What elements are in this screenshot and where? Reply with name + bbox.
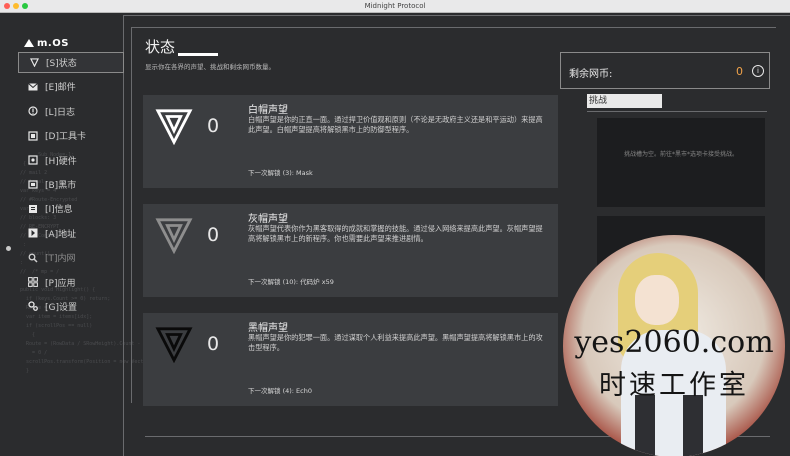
content-left-border bbox=[131, 27, 132, 403]
sidebar-item-label: [P]应用 bbox=[45, 278, 76, 289]
market-icon bbox=[28, 179, 38, 190]
window-title: Midnight Protocol bbox=[364, 2, 426, 10]
sidebar-item-log[interactable]: [L]日志 bbox=[18, 101, 124, 122]
reputation-description: 黑帽声望是你的犯罪一面。通过谋取个人利益来提高此声望。黑帽声望提高将解锁黑市上的… bbox=[248, 333, 543, 352]
reputation-card-white-hat: 0 白帽声望 白帽声望是你的正直一面。通过捍卫价值观和原则（不论是无政府主义还是… bbox=[143, 95, 558, 188]
sidebar-item-label: [A]地址 bbox=[45, 229, 77, 240]
sidebar-item-label: [H]硬件 bbox=[45, 156, 77, 167]
watermark-face bbox=[635, 275, 679, 325]
logo-triangle-icon bbox=[24, 39, 34, 47]
gear-icon bbox=[28, 301, 38, 312]
content-top-border bbox=[131, 27, 776, 28]
reputation-name: 白帽声望 bbox=[248, 105, 288, 116]
reputation-value: 0 bbox=[207, 224, 220, 246]
watermark-studio: 时速工作室 bbox=[599, 370, 749, 401]
sidebar-item-label: [D]工具卡 bbox=[45, 132, 86, 143]
mail-icon bbox=[28, 82, 38, 92]
challenge-empty-text: 挑战槽为空。前往*黑市*选项卡接受挑战。 bbox=[623, 151, 738, 158]
reputation-description: 灰帽声望代表你作为黑客取得的成就和掌握的技能。通过侵入网络来提高此声望。灰帽声望… bbox=[248, 224, 543, 243]
sidebar-item-tool-cards[interactable]: [D]工具卡 bbox=[18, 125, 124, 146]
sidebar-item-status[interactable]: [S]状态 bbox=[18, 52, 124, 73]
sidebar-item-settings[interactable]: [G]设置 bbox=[18, 296, 124, 317]
info-icon bbox=[28, 204, 38, 214]
watermark-leg bbox=[635, 395, 655, 456]
watermark-leg bbox=[683, 395, 703, 456]
sidebar-item-label: [I]信息 bbox=[45, 205, 73, 216]
triangle-icon bbox=[29, 58, 39, 68]
sidebar-nav: [S]状态 [E]邮件 [L]日志 [D]工具卡 [H]硬件 [B]黑市 [I]… bbox=[18, 52, 124, 320]
reputation-description: 白帽声望是你的正直一面。通过捍卫价值观和原则（不论是无政府主义还是和平运动）来提… bbox=[248, 115, 543, 134]
reputation-value: 0 bbox=[207, 115, 220, 137]
challenges-title: 挑战 bbox=[587, 94, 662, 108]
sidebar-item-intranet[interactable]: [T]内网 bbox=[18, 247, 124, 268]
reputation-name: 黑帽声望 bbox=[248, 323, 288, 334]
next-unlock-text: 下一次解锁 (4): Ech0 bbox=[248, 387, 312, 395]
currency-panel: 剩余网币: 0 i bbox=[560, 52, 770, 89]
reputation-value: 0 bbox=[207, 333, 220, 355]
watermark-url: yes2060.com bbox=[574, 325, 774, 360]
sidebar-item-black-market[interactable]: [B]黑市 bbox=[18, 174, 124, 195]
page-title-underline bbox=[178, 53, 218, 56]
white-hat-triangle-icon bbox=[155, 109, 193, 145]
hardware-icon bbox=[28, 155, 38, 165]
black-hat-triangle-icon bbox=[155, 327, 193, 363]
search-icon bbox=[28, 253, 38, 263]
challenge-slot-1[interactable]: 挑战槽为空。前往*黑市*选项卡接受挑战。 bbox=[597, 118, 765, 207]
sidebar-item-label: [G]设置 bbox=[45, 302, 77, 313]
sidebar-item-hardware[interactable]: [H]硬件 bbox=[18, 150, 124, 171]
log-icon bbox=[28, 106, 38, 116]
reputation-name: 灰帽声望 bbox=[248, 214, 288, 225]
next-unlock-text: 下一次解锁 (3): Mask bbox=[248, 169, 313, 177]
window-titlebar: Midnight Protocol bbox=[0, 0, 790, 13]
sidebar-item-label: [L]日志 bbox=[45, 107, 76, 118]
sidebar-item-label: [B]黑市 bbox=[45, 180, 77, 191]
sidebar-item-apps[interactable]: [P]应用 bbox=[18, 272, 124, 293]
sidebar-item-label: [T]内网 bbox=[45, 254, 76, 265]
sidebar-item-info[interactable]: [I]信息 bbox=[18, 198, 124, 219]
currency-label: 剩余网币: bbox=[569, 69, 613, 80]
sidebar-item-label: [S]状态 bbox=[46, 59, 77, 69]
currency-value: 0 bbox=[736, 65, 743, 78]
page-subtitle: 显示你在各界的声望、挑战和剩余网币数量。 bbox=[145, 63, 275, 71]
logo-text: m.OS bbox=[37, 38, 69, 49]
sidebar-item-mail[interactable]: [E]邮件 bbox=[18, 76, 124, 97]
app-window: Sub Node=-1; { // mail 2 // local var ke… bbox=[0, 13, 790, 456]
page-title: 状态 bbox=[145, 38, 176, 56]
challenges-divider bbox=[587, 111, 767, 112]
sidebar-indicator-dot bbox=[6, 246, 11, 251]
reputation-card-gray-hat: 0 灰帽声望 灰帽声望代表你作为黑客取得的成就和掌握的技能。通过侵入网络来提高此… bbox=[143, 204, 558, 297]
sidebar-item-address[interactable]: [A]地址 bbox=[18, 223, 124, 244]
sidebar-item-label: [E]邮件 bbox=[45, 83, 76, 94]
card-icon bbox=[28, 131, 38, 141]
top-divider bbox=[123, 15, 790, 16]
watermark-logo: yes2060.com 时速工作室 bbox=[563, 235, 785, 456]
apps-icon bbox=[28, 277, 38, 287]
address-icon bbox=[28, 228, 38, 238]
reputation-card-black-hat: 0 黑帽声望 黑帽声望是你的犯罪一面。通过谋取个人利益来提高此声望。黑帽声望提高… bbox=[143, 313, 558, 406]
gray-hat-triangle-icon bbox=[155, 218, 193, 254]
info-circle-icon[interactable]: i bbox=[752, 65, 764, 77]
next-unlock-text: 下一次解锁 (10): 代码炉 x59 bbox=[248, 278, 334, 286]
app-logo: m.OS bbox=[24, 38, 69, 49]
